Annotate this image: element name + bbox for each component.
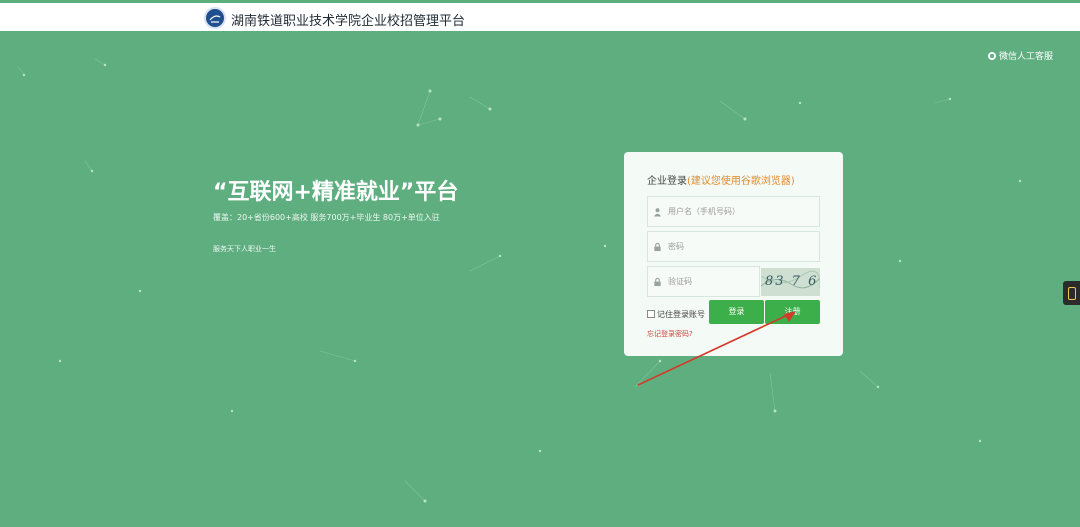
side-phone-button[interactable] [1063,281,1080,305]
school-logo-icon[interactable] [204,7,226,29]
remember-label: 记住登录账号 [657,310,705,319]
hero-section: 微信人工客服 “互联网+精准就业”平台 覆盖：20+省份600+高校 服务700… [0,31,1080,527]
forgot-password-link[interactable]: 忘记登录密码? [647,329,693,339]
network-background [17,58,1022,503]
header-bar: 湖南铁道职业技术学院企业校招管理平台 [0,3,1080,31]
wechat-icon [988,52,996,60]
lock-icon [654,242,661,252]
wechat-service-link[interactable]: 微信人工客服 [988,49,1053,62]
captcha-field [647,266,760,297]
username-field [647,196,820,227]
lock-icon [654,277,661,287]
wechat-service-label: 微信人工客服 [999,52,1054,62]
browser-hint: (建议您使用谷歌浏览器) [687,176,795,187]
captcha-image[interactable]: 83 7 6 [761,268,820,296]
remember-account-checkbox[interactable]: 记住登录账号 [647,309,705,320]
enterprise-login-card: 企业登录(建议您使用谷歌浏览器) 83 7 6 [624,152,843,356]
password-input[interactable] [668,232,818,261]
login-title-text: 企业登录 [647,176,687,187]
platform-slogan: “互联网+精准就业”平台 [213,180,459,205]
tagline: 服务天下人职业一生 [213,245,276,253]
captcha-text: 83 7 6 [765,274,819,289]
checkbox-icon[interactable] [647,310,655,318]
captcha-input[interactable] [668,267,758,296]
login-button[interactable]: 登录 [709,300,764,324]
username-input[interactable] [668,197,818,226]
user-icon [653,208,662,217]
login-title: 企业登录(建议您使用谷歌浏览器) [647,172,795,187]
site-title: 湖南铁道职业技术学院企业校招管理平台 [231,14,466,29]
coverage-stats: 覆盖：20+省份600+高校 服务700万+毕业生 80万+单位入驻 [213,213,440,222]
password-field [647,231,820,262]
register-button[interactable]: 注册 [765,300,820,324]
